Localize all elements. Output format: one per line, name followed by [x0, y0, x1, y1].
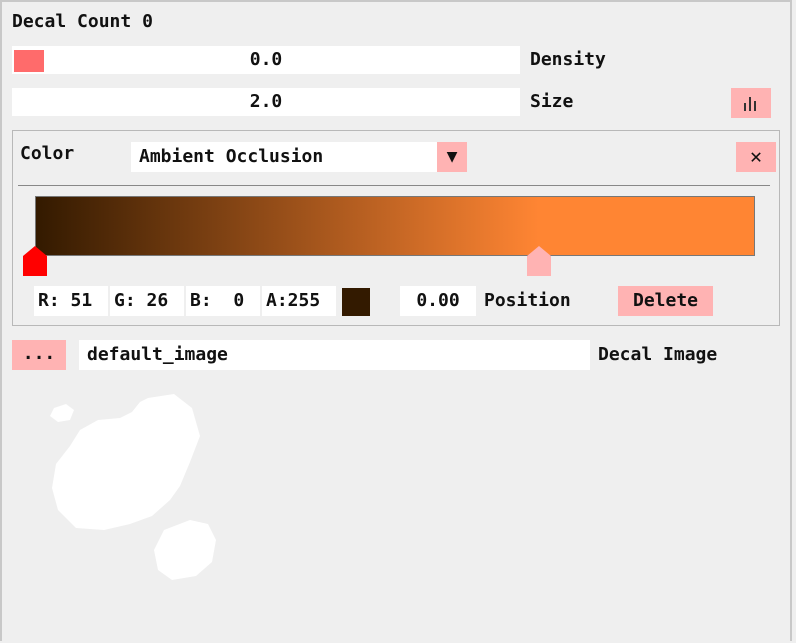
delete-stop-button[interactable]: Delete	[618, 286, 713, 316]
decal-image-preview	[50, 394, 216, 580]
gradient-stop[interactable]	[527, 246, 551, 276]
triangle-down-icon[interactable]: ▼	[437, 142, 467, 172]
size-chart-button[interactable]	[731, 88, 771, 118]
gradient-stop-marker-icon	[23, 246, 47, 276]
color-swatch[interactable]	[342, 288, 370, 316]
color-label: Color	[20, 143, 75, 164]
decal-count-value: 0	[142, 11, 153, 32]
gradient-stop-selected[interactable]	[23, 246, 47, 276]
density-slider-handle[interactable]	[14, 50, 44, 72]
size-label: Size	[530, 91, 574, 112]
position-label: Position	[484, 290, 571, 311]
alpha-field[interactable]: A:255	[262, 286, 336, 316]
color-group-divider	[18, 185, 770, 186]
bar-chart-icon	[744, 97, 756, 111]
gradient-bar[interactable]	[35, 196, 755, 256]
size-slider[interactable]: 2.0	[12, 88, 520, 116]
decal-image-value: default_image	[87, 344, 228, 365]
decal-image-field[interactable]: default_image	[79, 340, 590, 370]
density-value: 0.0	[249, 49, 283, 70]
position-field[interactable]: 0.00	[400, 286, 476, 316]
browse-button[interactable]: ...	[12, 340, 66, 370]
gradient-stop-marker-icon	[527, 246, 551, 276]
color-mode-dropdown[interactable]: Ambient Occlusion ▼	[131, 142, 467, 172]
close-icon[interactable]: ✕	[736, 142, 776, 172]
size-value: 2.0	[249, 91, 283, 112]
red-field[interactable]: R: 51	[34, 286, 108, 316]
density-label: Density	[530, 49, 606, 70]
decal-count-text: Decal Count 0	[12, 8, 153, 36]
decal-image-label: Decal Image	[598, 344, 718, 365]
green-field[interactable]: G: 26	[110, 286, 184, 316]
color-mode-value: Ambient Occlusion	[139, 146, 324, 167]
decal-count-label: Decal Count	[12, 11, 132, 32]
blue-field[interactable]: B: 0	[186, 286, 260, 316]
density-slider[interactable]: 0.0	[12, 46, 520, 74]
